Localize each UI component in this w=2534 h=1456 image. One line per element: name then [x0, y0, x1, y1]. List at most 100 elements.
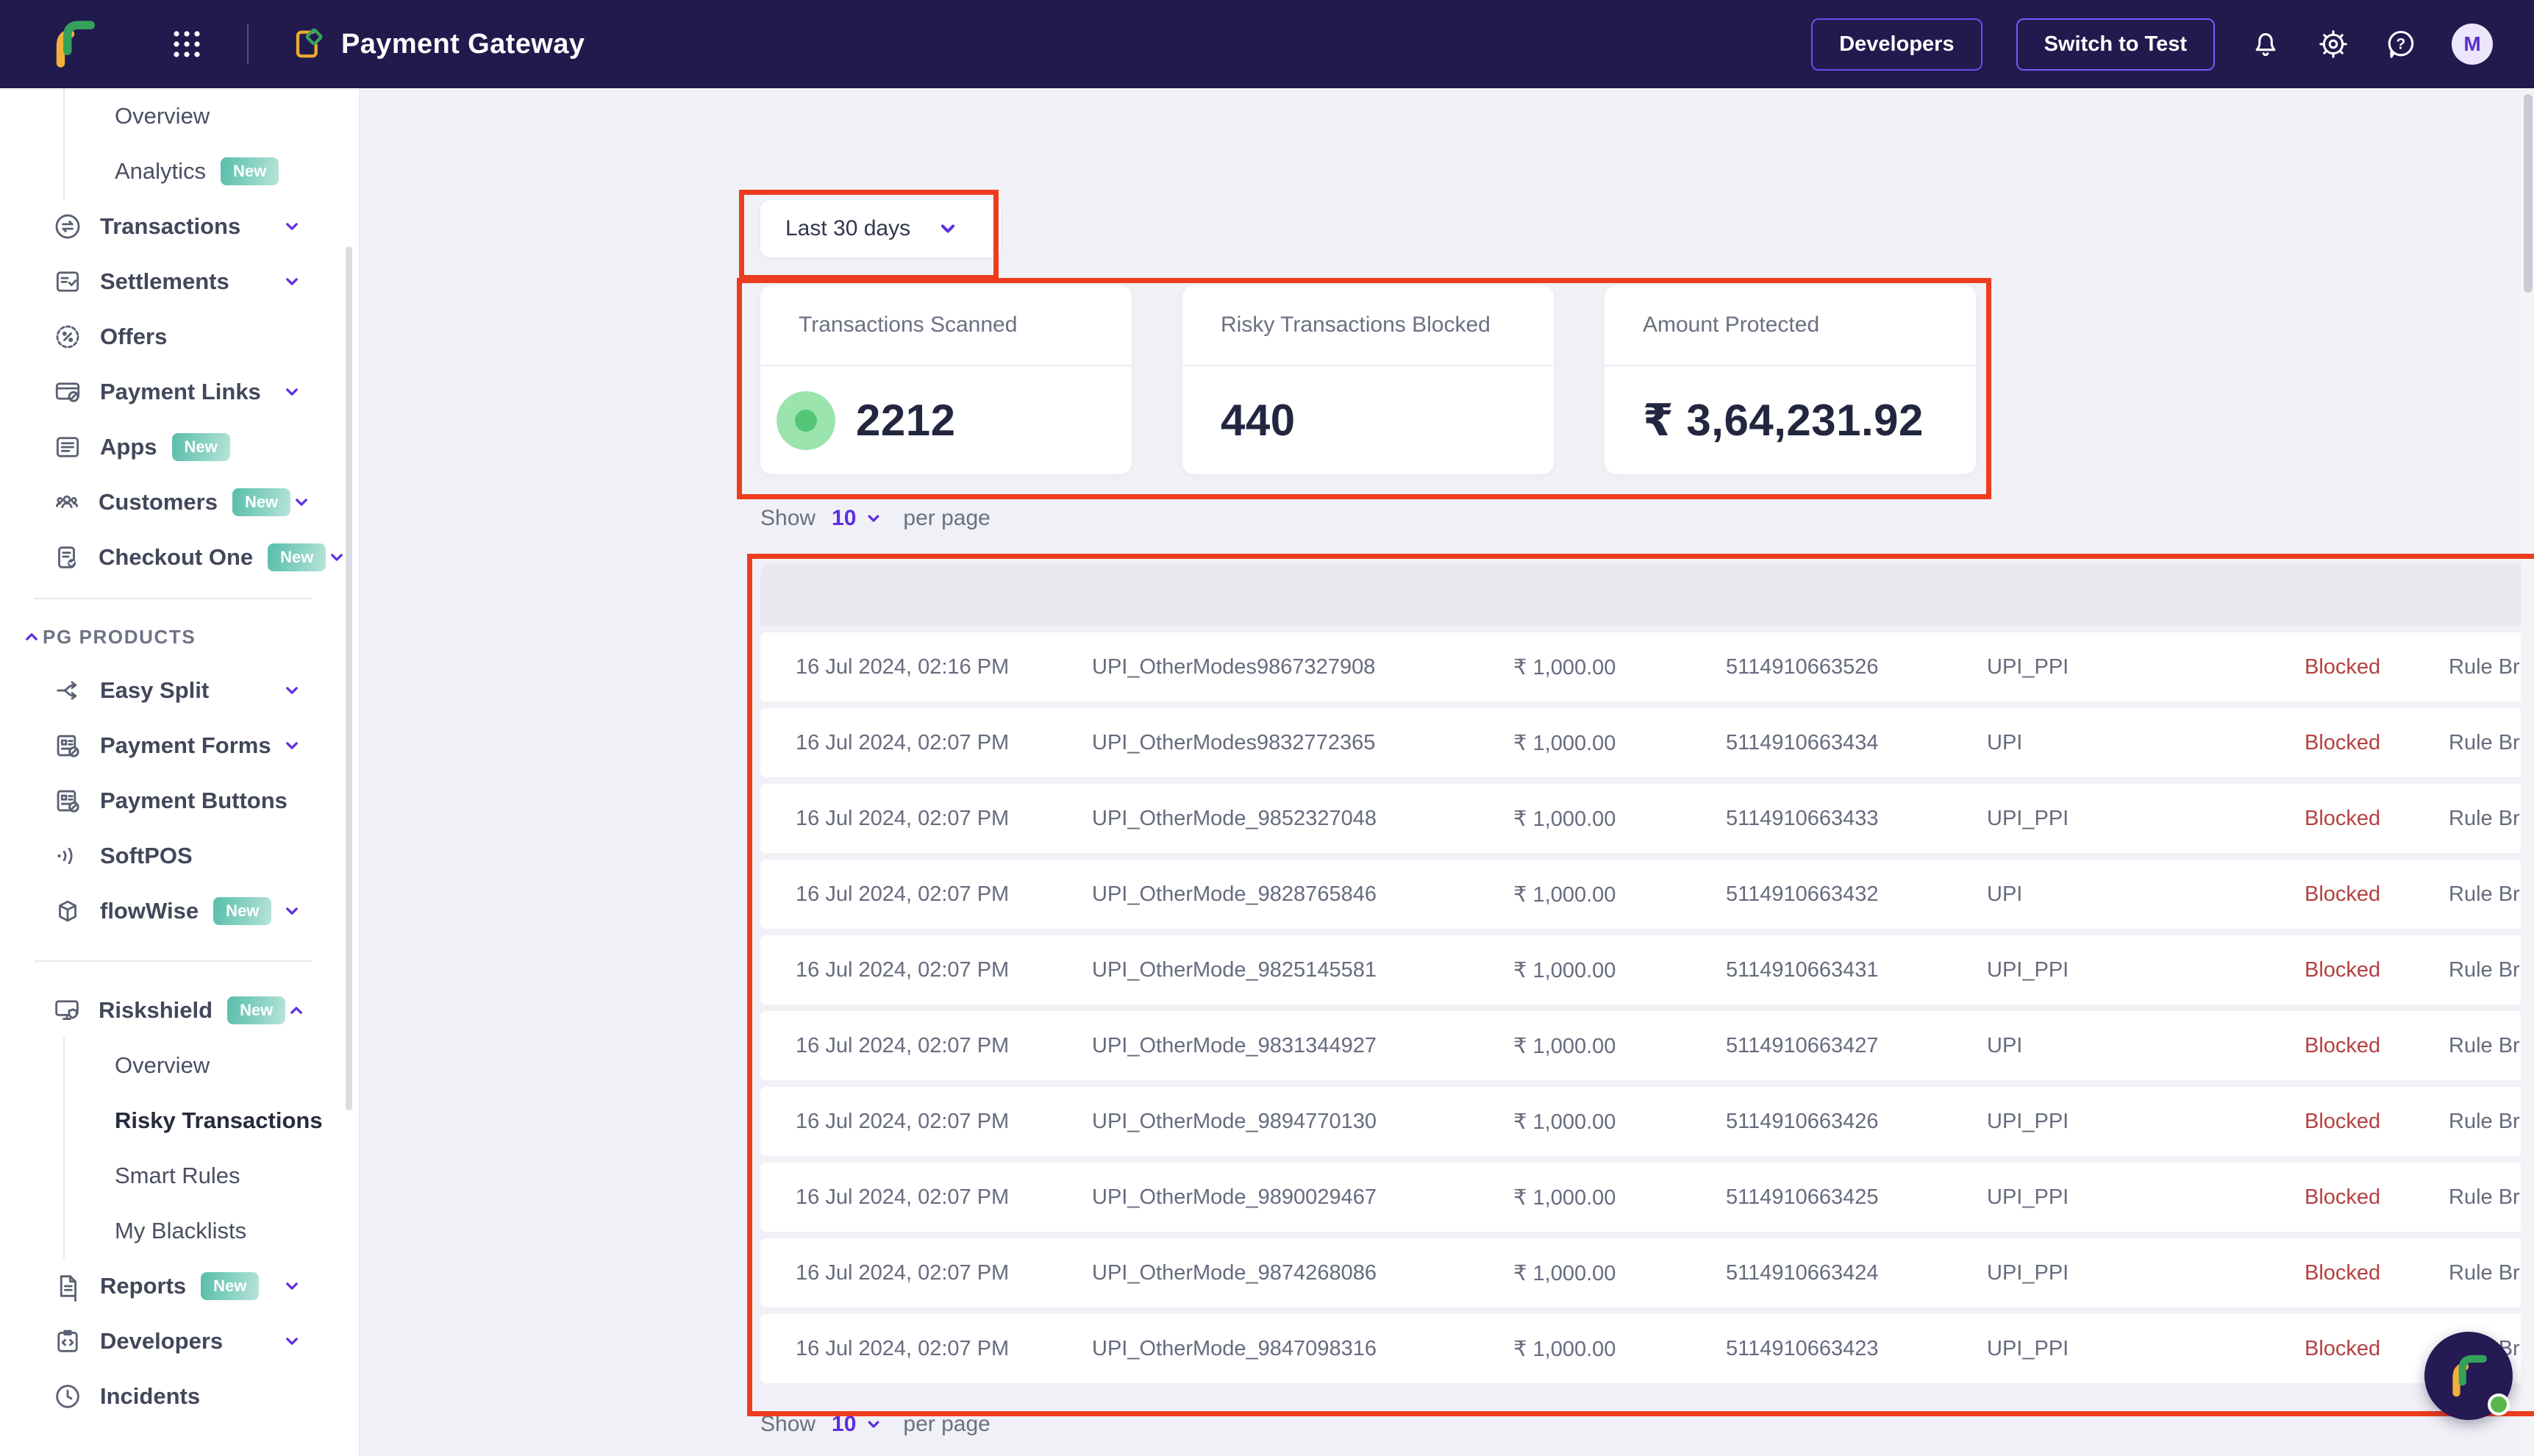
- sidebar-item[interactable]: [0, 585, 359, 611]
- sidebar-item[interactable]: Developers: [0, 1313, 359, 1368]
- sidebar-item[interactable]: Checkout One New: [0, 529, 359, 585]
- chevron-icon: [281, 900, 303, 922]
- sidebar-item[interactable]: [0, 938, 359, 982]
- topbar-right: Developers Switch to Test ? M: [1811, 18, 2534, 71]
- table-row[interactable]: 16 Jul 2024, 02:07 PM UPI_OtherMode_9847…: [760, 1314, 2534, 1383]
- sidebar-item[interactable]: Offers: [0, 309, 359, 364]
- table-row[interactable]: 16 Jul 2024, 02:07 PM UPI_OtherMode_9831…: [760, 1011, 2534, 1080]
- cell-payment-mode: UPI_PPI: [1987, 654, 2069, 679]
- sidebar-item-label: Smart Rules: [115, 1162, 240, 1188]
- cell-status: Blocked: [2305, 806, 2381, 830]
- sidebar-item[interactable]: Riskshield New: [0, 982, 359, 1038]
- nav-item-icon: [51, 377, 84, 407]
- cell-date-time: 16 Jul 2024, 02:16 PM: [796, 654, 1010, 679]
- chevron-down-icon: [941, 224, 955, 233]
- table-row[interactable]: 16 Jul 2024, 02:07 PM UPI_OtherMode_9852…: [760, 784, 2534, 853]
- table-row[interactable]: 16 Jul 2024, 02:07 PM UPI_OtherMode_9825…: [760, 935, 2534, 1004]
- cell-transaction-id: 5114910663433: [1726, 806, 1879, 830]
- table-row[interactable]: 16 Jul 2024, 02:16 PM UPI_OtherModes9867…: [760, 632, 2534, 702]
- sidebar-item-label: Customers: [99, 488, 218, 515]
- table-row[interactable]: 16 Jul 2024, 02:07 PM UPI_OtherModes9832…: [760, 708, 2534, 777]
- sidebar-item[interactable]: SoftPOS: [0, 828, 359, 883]
- cell-payment-mode: UPI_PPI: [1987, 1185, 2069, 1209]
- cell-order-amount: ₹ 1,000.00: [1513, 1034, 1616, 1058]
- sidebar-item-label: Payment Links: [100, 378, 261, 404]
- table-row[interactable]: 16 Jul 2024, 02:07 PM UPI_OtherMode_9874…: [760, 1238, 2534, 1307]
- help-icon[interactable]: ?: [2384, 27, 2418, 61]
- cell-payment-mode: UPI: [1987, 1033, 2023, 1057]
- nav-item-icon: [51, 785, 84, 816]
- cell-status: Blocked: [2305, 1185, 2381, 1209]
- support-chat-button[interactable]: [2424, 1332, 2513, 1420]
- cell-payment-mode: UPI: [1987, 730, 2023, 754]
- cell-date-time: 16 Jul 2024, 02:07 PM: [796, 730, 1010, 754]
- page-scrollbar-thumb[interactable]: [2524, 94, 2533, 293]
- chevron-down-icon[interactable]: [863, 1414, 884, 1435]
- sidebar-item-label: Apps: [100, 433, 157, 460]
- stat-card-header: Transactions Scanned: [760, 285, 1132, 366]
- cell-order-id: UPI_OtherMode_9890029467: [1092, 1185, 1377, 1209]
- sidebar-item-label: Analytics: [115, 157, 207, 184]
- cell-order-id: UPI_OtherMode_9874268086: [1092, 1260, 1377, 1285]
- sidebar-scrollbar[interactable]: [346, 246, 352, 1110]
- sidebar-item-label: My Blacklists: [115, 1217, 247, 1243]
- nav-item-icon: [51, 675, 84, 706]
- sidebar-item[interactable]: Incidents: [0, 1368, 359, 1424]
- page-size-value[interactable]: 10: [832, 506, 856, 531]
- chevron-down-icon[interactable]: [863, 508, 884, 529]
- page-size-value[interactable]: 10: [832, 1412, 856, 1437]
- sidebar-item-label: Developers: [100, 1327, 224, 1354]
- sidebar-item[interactable]: flowWise New: [0, 883, 359, 938]
- sidebar-item[interactable]: Analytics New: [0, 143, 359, 199]
- table-row[interactable]: 16 Jul 2024, 02:07 PM UPI_OtherMode_9890…: [760, 1163, 2534, 1232]
- notification-bell-icon[interactable]: [2249, 27, 2283, 61]
- cell-order-id: UPI_OtherMode_9825145581: [1092, 957, 1377, 982]
- table-row[interactable]: 16 Jul 2024, 02:07 PM UPI_OtherMode_9828…: [760, 860, 2534, 929]
- sidebar-item[interactable]: Reports New: [0, 1258, 359, 1313]
- nav-item-icon: [51, 1271, 84, 1302]
- settings-gear-icon[interactable]: [2316, 27, 2350, 61]
- sidebar-item[interactable]: Smart Rules: [0, 1148, 359, 1203]
- page-scrollbar-track[interactable]: [2521, 88, 2534, 1456]
- nav-item-icon: [51, 487, 82, 518]
- product-title: Payment Gateway: [341, 28, 585, 60]
- sidebar-item-label: Offers: [100, 323, 168, 349]
- cell-payment-mode: UPI_PPI: [1987, 806, 2069, 830]
- sidebar-item[interactable]: My Blacklists: [0, 1203, 359, 1258]
- date-range-dropdown[interactable]: Last 30 days: [760, 200, 1001, 257]
- cell-status: Blocked: [2305, 882, 2381, 906]
- page-size-control-bottom: Show 10 per page: [760, 1406, 991, 1443]
- sidebar-item-label: Transactions: [100, 213, 241, 239]
- sidebar-item[interactable]: Apps New: [0, 419, 359, 474]
- sidebar-item[interactable]: Risky Transactions: [0, 1093, 359, 1148]
- per-page-label: per page: [903, 506, 991, 530]
- nav-item-icon: [51, 211, 84, 242]
- sidebar-item[interactable]: Payment Forms: [0, 718, 359, 773]
- page-size-control-top: Show 10 per page: [760, 500, 991, 537]
- sidebar-item[interactable]: Payment Buttons: [0, 773, 359, 828]
- brand-logo-icon[interactable]: [47, 17, 101, 71]
- cell-transaction-id: 5114910663427: [1726, 1033, 1879, 1057]
- stat-card-value: 2212: [856, 396, 956, 445]
- sidebar-item[interactable]: Transactions: [0, 199, 359, 254]
- stat-card-value: ₹ 3,64,231.92: [1643, 395, 1924, 445]
- sidebar-item[interactable]: Overview: [0, 88, 359, 143]
- stat-card-label: Transactions Scanned: [799, 313, 1018, 337]
- sidebar-item[interactable]: PG Products: [0, 611, 359, 663]
- developers-button[interactable]: Developers: [1811, 18, 1982, 71]
- user-avatar[interactable]: M: [2452, 24, 2493, 65]
- sidebar-item-label: Riskshield: [99, 996, 213, 1023]
- sidebar-item[interactable]: Customers New: [0, 474, 359, 529]
- table-body: 16 Jul 2024, 02:16 PM UPI_OtherModes9867…: [760, 632, 2534, 1383]
- sidebar-item[interactable]: Overview: [0, 1038, 359, 1093]
- cell-transaction-id: 5114910663426: [1726, 1109, 1879, 1133]
- sidebar-item[interactable]: Easy Split: [0, 663, 359, 718]
- app-grid-menu-icon[interactable]: [169, 26, 204, 62]
- switch-to-test-button[interactable]: Switch to Test: [2016, 18, 2215, 71]
- cell-status: Blocked: [2305, 730, 2381, 754]
- cell-transaction-id: 5114910663424: [1726, 1260, 1879, 1285]
- table-row[interactable]: 16 Jul 2024, 02:07 PM UPI_OtherMode_9894…: [760, 1087, 2534, 1156]
- sidebar-item[interactable]: Payment Links: [0, 364, 359, 419]
- cell-status: Blocked: [2305, 654, 2381, 679]
- sidebar-item[interactable]: Settlements: [0, 254, 359, 309]
